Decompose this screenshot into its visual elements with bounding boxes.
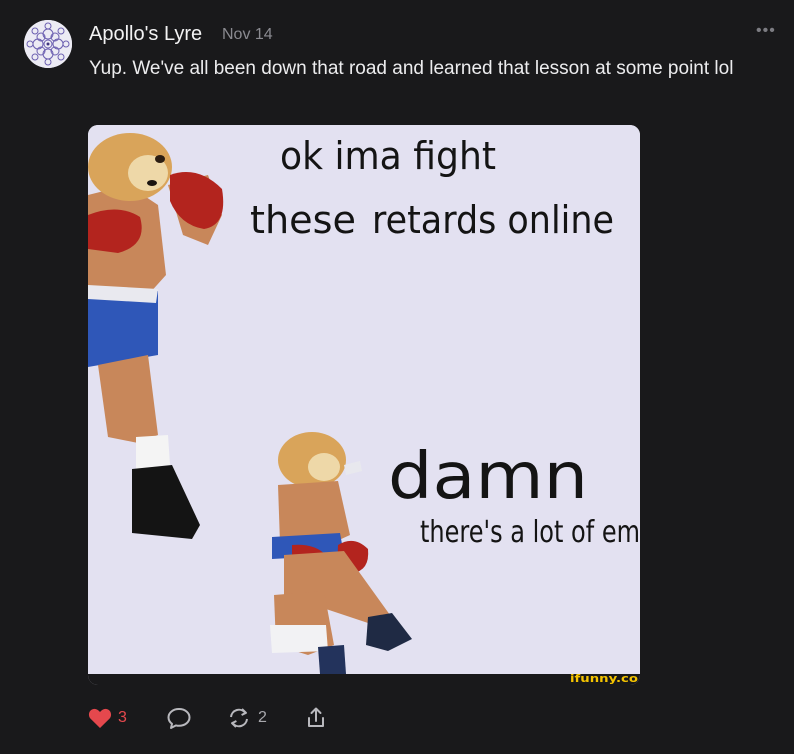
- comment-icon: [167, 708, 191, 729]
- meme-watermark: ifunny.co: [570, 672, 639, 685]
- meme-bottom-line-1: damn: [388, 440, 588, 514]
- meme-image[interactable]: ok ima fight these retards online damn t…: [88, 125, 640, 685]
- meme-top-line-1: ok ima fight: [280, 134, 496, 178]
- post-date[interactable]: Nov 14: [222, 26, 273, 44]
- meme-top-line-2b: retards online: [372, 198, 614, 242]
- meme-bottom-line-2: there's a lot of em: [420, 515, 640, 550]
- restack-icon: [230, 708, 248, 728]
- meme-illustration: ok ima fight these retards online damn t…: [88, 125, 640, 685]
- share-icon: [308, 707, 324, 727]
- avatar-fractal-icon: [24, 20, 72, 68]
- ellipsis-icon[interactable]: •••: [756, 22, 776, 40]
- comment-card: Apollo's Lyre Nov 14 ••• Yup. We've all …: [0, 0, 794, 754]
- reply-button[interactable]: [166, 703, 192, 733]
- like-button[interactable]: 3: [88, 703, 127, 733]
- comment-text: Yup. We've all been down that road and l…: [89, 58, 734, 79]
- like-count: 3: [118, 709, 127, 726]
- avatar[interactable]: [24, 20, 72, 68]
- restack-count: 2: [258, 709, 267, 726]
- share-button[interactable]: [304, 703, 328, 733]
- author-name[interactable]: Apollo's Lyre: [89, 23, 202, 46]
- heart-icon: [88, 708, 112, 728]
- restack-button[interactable]: 2: [226, 703, 267, 733]
- meme-top-line-2a: these: [250, 198, 356, 242]
